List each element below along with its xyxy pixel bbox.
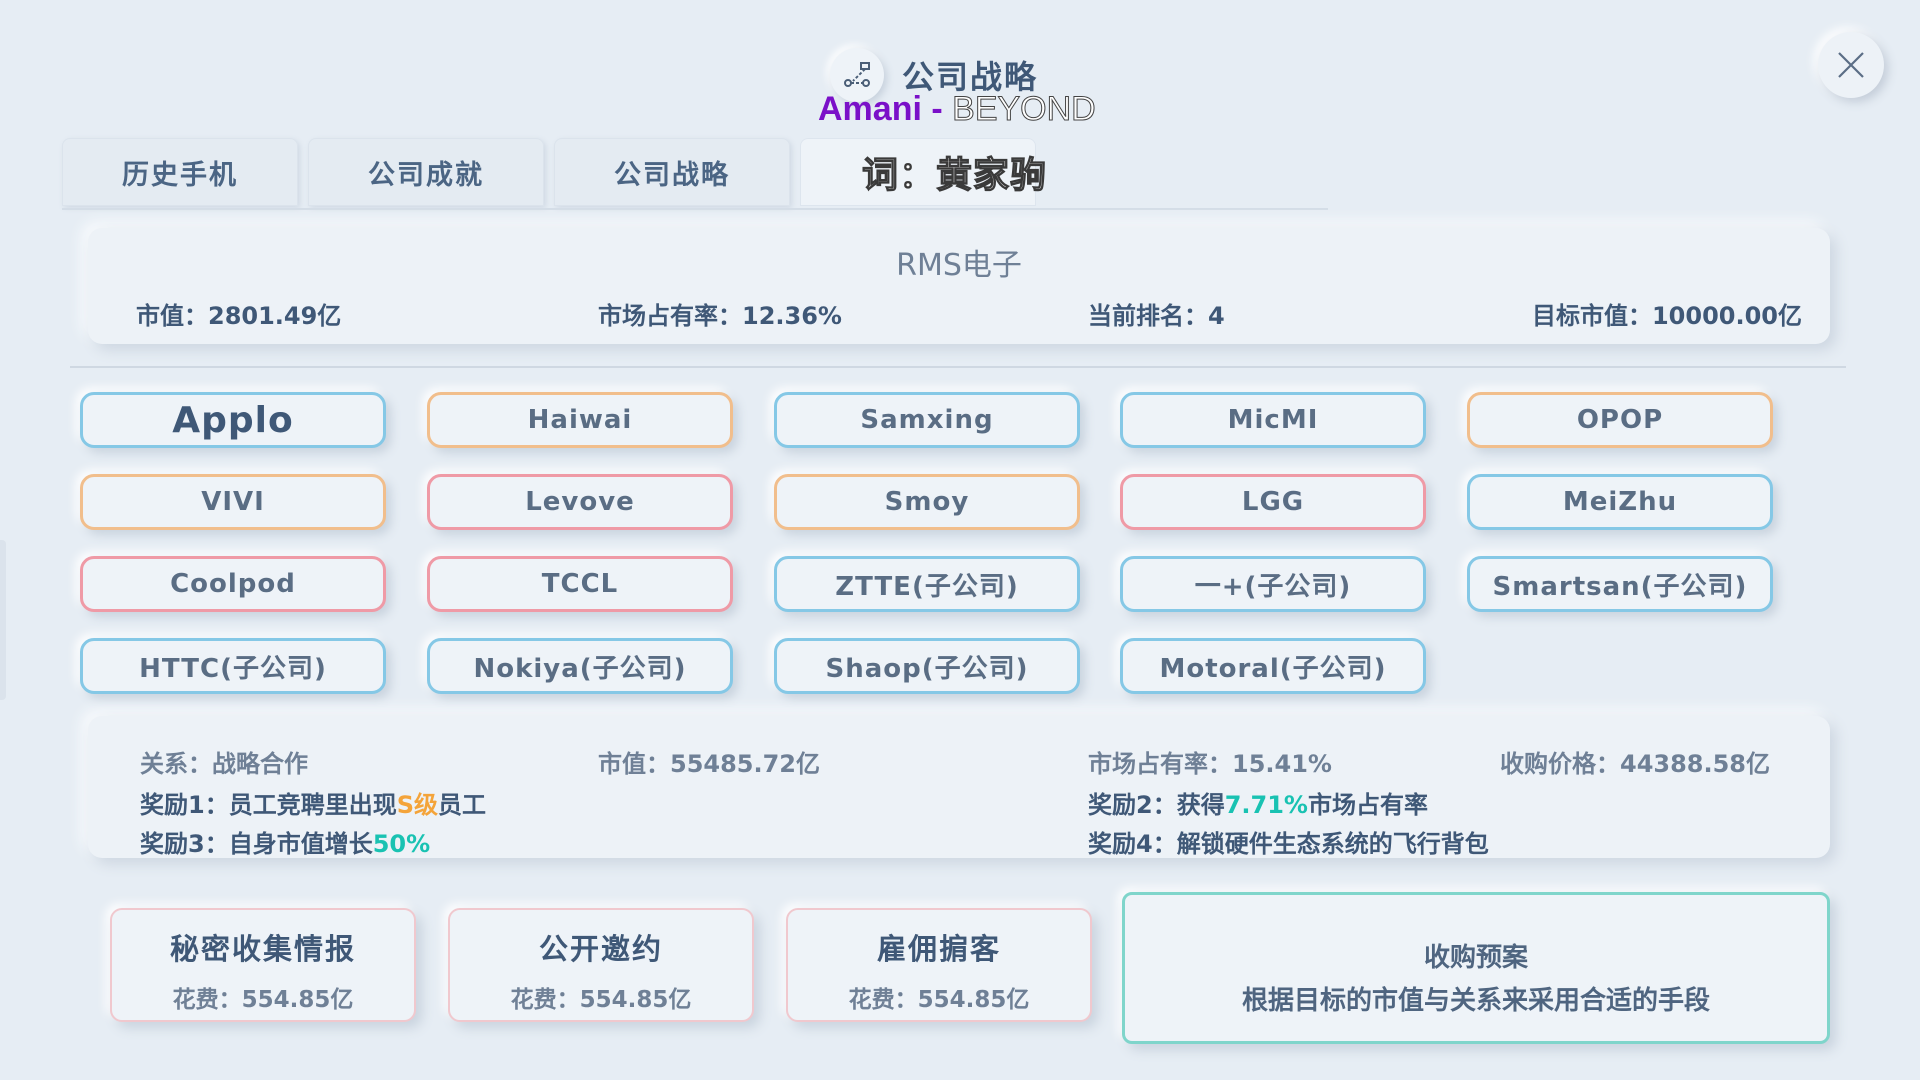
company-summary-card: RMS电子 市值：2801.49亿 市场占有率：12.36% 当前排名：4 目标… — [88, 228, 1830, 344]
tab-achievements[interactable]: 公司成就 — [308, 138, 544, 206]
reward-1-prefix: 奖励1：员工竞聘里出现 — [140, 791, 397, 819]
competitor-button[interactable]: TCCL — [427, 556, 733, 612]
detail-reward-2: 奖励2：获得7.71%市场占有率 — [1088, 785, 1428, 820]
company-rank: 当前排名：4 — [1088, 302, 1225, 330]
close-icon — [1838, 52, 1864, 78]
competitor-button[interactable]: Nokiya(子公司) — [427, 638, 733, 694]
detail-market-value: 市值：55485.72亿 — [598, 750, 821, 778]
competitor-button[interactable]: VIVI — [80, 474, 386, 530]
detail-reward-4: 奖励4：解锁硬件生态系统的飞行背包 — [1088, 830, 1489, 858]
competitor-button[interactable]: ZTTE(子公司) — [774, 556, 1080, 612]
competitor-button[interactable]: Haiwai — [427, 392, 733, 448]
detail-reward-1: 奖励1：员工竞聘里出现S级员工 — [140, 785, 486, 820]
action-title: 秘密收集情报 — [169, 932, 356, 966]
detail-relation: 关系：战略合作 — [140, 750, 308, 778]
competitor-button[interactable]: Shaop(子公司) — [774, 638, 1080, 694]
section-divider — [70, 366, 1846, 368]
competitor-button[interactable]: Smoy — [774, 474, 1080, 530]
company-target-value: 目标市值：10000.00亿 — [1531, 302, 1802, 330]
competitor-button[interactable]: Coolpod — [80, 556, 386, 612]
company-market-share: 市场占有率：12.36% — [598, 302, 842, 330]
action-title: 公开邀约 — [538, 932, 663, 966]
competitor-button[interactable]: HTTC(子公司) — [80, 638, 386, 694]
detail-market-share: 市场占有率：15.41% — [1088, 750, 1332, 778]
song-artist: Amani — [818, 90, 922, 128]
competitor-button[interactable]: Samxing — [774, 392, 1080, 448]
reward-3-highlight: 50% — [372, 830, 431, 858]
close-button[interactable] — [1818, 32, 1884, 98]
detail-reward-3: 奖励3：自身市值增长50% — [140, 824, 430, 859]
detail-acquire-price: 收购价格：44388.58亿 — [1500, 750, 1771, 778]
reward-2-suffix: 市场占有率 — [1307, 791, 1428, 819]
competitor-button[interactable]: LGG — [1120, 474, 1426, 530]
reward-1-suffix: 员工 — [438, 791, 486, 819]
secret-intel-button[interactable]: 秘密收集情报 花费：554.85亿 — [110, 908, 416, 1022]
hire-broker-button[interactable]: 雇佣掮客 花费：554.85亿 — [786, 908, 1092, 1022]
competitor-button[interactable]: Smartsan(子公司) — [1467, 556, 1773, 612]
reward-2-prefix: 奖励2：获得 — [1088, 791, 1225, 819]
competitor-button[interactable]: Motoral(子公司) — [1120, 638, 1426, 694]
action-cost: 花费：554.85亿 — [848, 987, 1030, 1013]
tab-underline — [62, 208, 1328, 210]
song-separator: - — [921, 90, 953, 128]
plan-title: 收购预案 — [1423, 943, 1528, 973]
song-title: BEYOND — [952, 90, 1097, 129]
tab-history-phones[interactable]: 历史手机 — [62, 138, 298, 206]
competitor-button[interactable]: 一+(子公司) — [1120, 556, 1426, 612]
company-name: RMS电子 — [896, 248, 1022, 283]
public-invite-button[interactable]: 公开邀约 花费：554.85亿 — [448, 908, 754, 1022]
competitor-button[interactable]: OPOP — [1467, 392, 1773, 448]
competitor-button[interactable]: MicMI — [1120, 392, 1426, 448]
music-overlay-song: Amani - BEYOND — [818, 90, 1096, 129]
competitor-detail-card: 关系：战略合作 市值：55485.72亿 市场占有率：15.41% 收购价格：4… — [88, 716, 1830, 858]
competitor-button[interactable]: Applo — [80, 392, 386, 448]
acquisition-plan-button[interactable]: 收购预案 根据目标的市值与关系来采用合适的手段 — [1122, 892, 1830, 1044]
company-market-value: 市值：2801.49亿 — [136, 302, 342, 330]
competitor-button[interactable]: Levove — [427, 474, 733, 530]
plan-description: 根据目标的市值与关系来采用合适的手段 — [1241, 986, 1710, 1016]
reward-1-highlight: S级 — [396, 791, 438, 819]
music-overlay-lyric: 词：黄家驹 — [861, 154, 1048, 196]
reward-2-highlight: 7.71% — [1224, 791, 1308, 819]
action-cost: 花费：554.85亿 — [510, 987, 692, 1013]
action-cost: 花费：554.85亿 — [172, 987, 354, 1013]
tab-strategy[interactable]: 公司战略 — [554, 138, 790, 206]
reward-3-prefix: 奖励3：自身市值增长 — [140, 830, 373, 858]
side-drawer-handle[interactable] — [0, 540, 6, 700]
action-title: 雇佣掮客 — [876, 932, 1001, 966]
competitor-button[interactable]: MeiZhu — [1467, 474, 1773, 530]
